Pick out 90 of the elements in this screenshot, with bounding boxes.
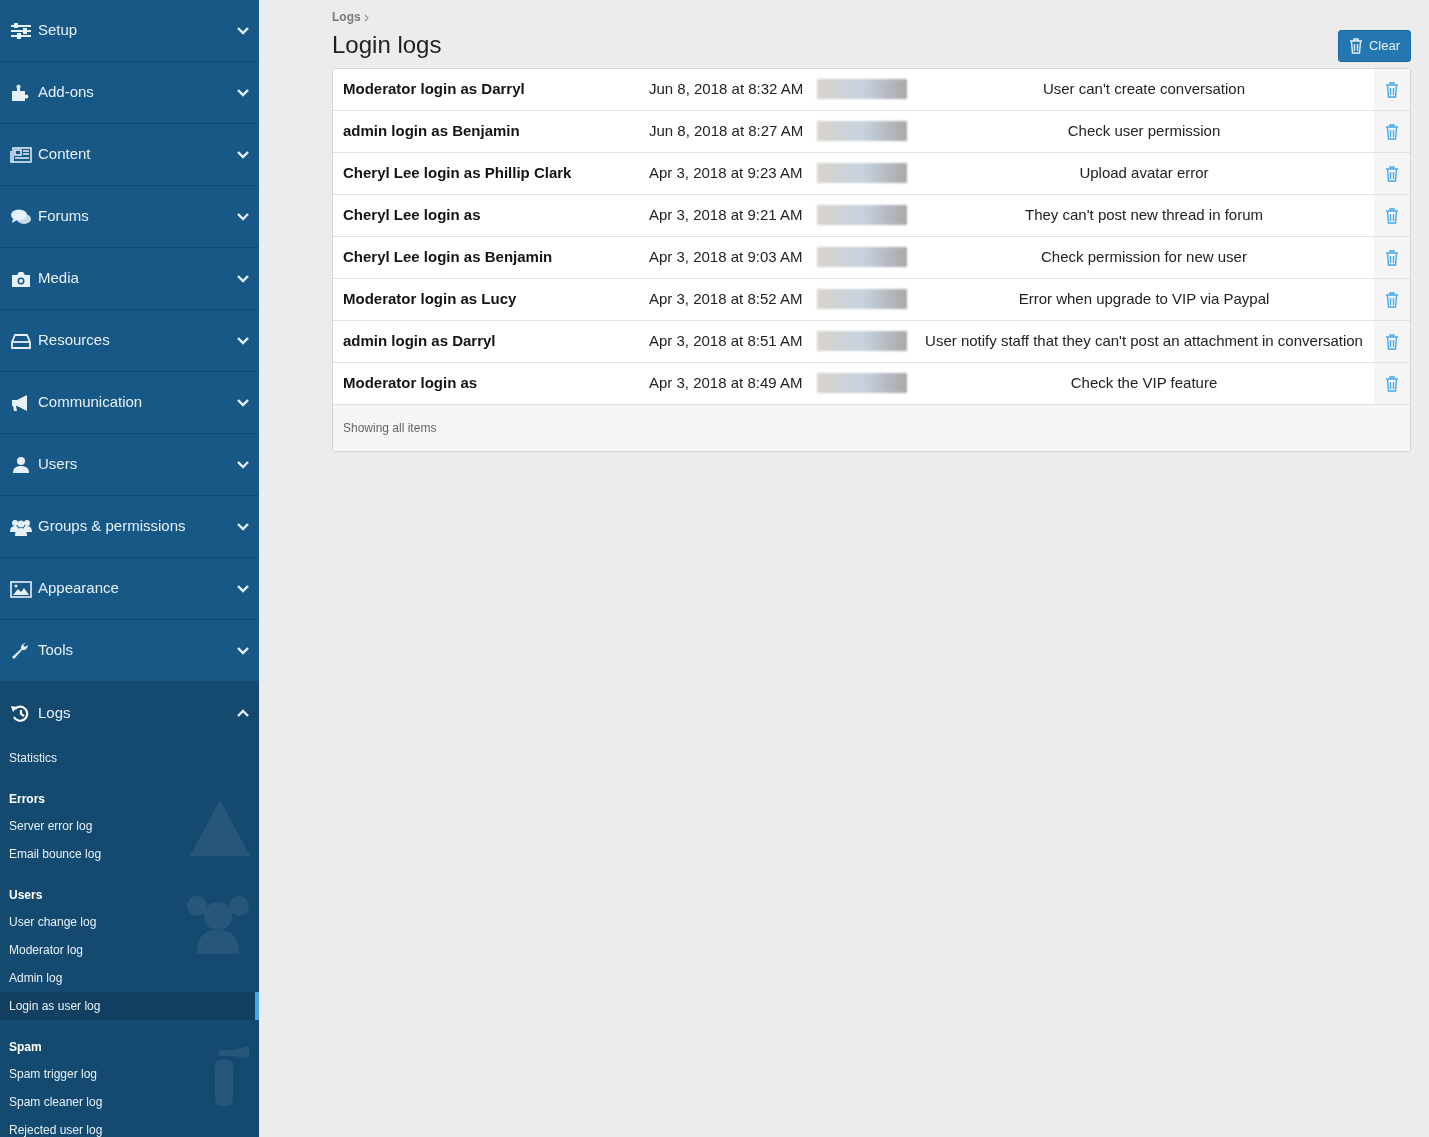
chevron-down-icon — [237, 522, 249, 531]
sidebar-link[interactable]: Spam trigger log — [0, 1060, 259, 1088]
trash-icon — [1385, 249, 1399, 266]
trash-icon — [1385, 207, 1399, 224]
log-note: User notify staff that they can't post an attachment in conversation — [925, 330, 1363, 351]
chevron-down-icon — [237, 150, 249, 159]
trash-icon — [1385, 81, 1399, 98]
log-note: Check permission for new user — [1041, 246, 1247, 267]
log-title: Cheryl Lee login as — [343, 204, 481, 225]
log-date: Apr 3, 2018 at 9:23 AM — [649, 162, 803, 183]
sidebar-section[interactable]: Resources — [0, 310, 259, 372]
sidebar-group-heading: Errors — [8, 791, 47, 808]
log-date: Apr 3, 2018 at 8:49 AM — [649, 372, 803, 393]
sidebar-section[interactable]: Media — [0, 248, 259, 310]
sidebar-section[interactable]: Setup — [0, 0, 259, 62]
table-footer-text: Showing all items — [343, 420, 437, 435]
log-date: Jun 8, 2018 at 8:27 AM — [649, 120, 804, 141]
log-note: Check the VIP feature — [1070, 372, 1218, 393]
delete-button[interactable] — [1374, 110, 1410, 152]
sidebar-link[interactable]: Statistics — [0, 744, 259, 772]
log-title: admin login as Darryl — [343, 330, 496, 351]
delete-button[interactable] — [1374, 362, 1410, 404]
log-note: Check user permission — [1067, 120, 1221, 141]
users-group-icon — [10, 517, 32, 536]
log-title: Moderator login as Lucy — [343, 288, 517, 309]
sidebar-section[interactable]: Logs — [0, 682, 259, 744]
trash-icon — [1348, 37, 1363, 54]
delete-button[interactable] — [1374, 236, 1410, 278]
sidebar-group-heading: Spam — [8, 1039, 43, 1056]
sidebar-section[interactable]: Appearance — [0, 558, 259, 620]
chevron-down-icon — [237, 274, 249, 283]
user-icon — [10, 455, 32, 474]
trash-icon — [1385, 165, 1399, 182]
sidebar-link[interactable]: Server error log — [0, 812, 259, 840]
drawer-icon — [10, 331, 32, 350]
delete-button[interactable] — [1374, 320, 1410, 362]
chevron-down-icon — [237, 336, 249, 345]
breadcrumb-link[interactable]: Logs — [332, 10, 361, 24]
chevron-down-icon — [237, 460, 249, 469]
chevron-down-icon — [237, 646, 249, 655]
sidebar-section[interactable]: Forums — [0, 186, 259, 248]
log-date: Apr 3, 2018 at 8:52 AM — [649, 288, 803, 309]
sidebar-section[interactable]: Groups & permissions — [0, 496, 259, 558]
sidebar-link[interactable]: Email bounce log — [0, 840, 259, 868]
log-date: Jun 8, 2018 at 8:32 AM — [649, 78, 804, 99]
sidebar-section[interactable]: Add-ons — [0, 62, 259, 124]
chevron-down-icon — [237, 212, 249, 221]
sidebar-section[interactable]: Communication — [0, 372, 259, 434]
delete-button[interactable] — [1374, 68, 1410, 110]
camera-icon — [10, 269, 32, 288]
log-note: They can't post new thread in forum — [1025, 204, 1263, 225]
chevron-down-icon — [237, 398, 249, 407]
sidebar-group-heading: Users — [8, 887, 44, 904]
log-title: Moderator login as — [343, 372, 478, 393]
trash-icon — [1385, 123, 1399, 140]
trash-icon — [1385, 375, 1399, 392]
chevron-down-icon — [237, 584, 249, 593]
speech-bubbles-icon — [10, 207, 32, 226]
delete-button[interactable] — [1374, 194, 1410, 236]
log-date: Apr 3, 2018 at 9:03 AM — [649, 246, 803, 267]
log-title: Cheryl Lee login as Phillip Clark — [343, 162, 572, 183]
trash-icon — [1385, 333, 1399, 350]
log-title: admin login as Benjamin — [343, 120, 520, 141]
sidebar-link[interactable]: User change log — [0, 908, 259, 936]
chevron-right-icon — [364, 13, 370, 22]
chevron-up-icon — [237, 709, 249, 717]
delete-button[interactable] — [1374, 152, 1410, 194]
sidebar-section[interactable]: Users — [0, 434, 259, 496]
log-note: Error when upgrade to VIP via Paypal — [1018, 288, 1270, 309]
chevron-down-icon — [237, 88, 249, 97]
sidebar-section[interactable]: Content — [0, 124, 259, 186]
sidebar-link[interactable]: Login as user log — [0, 992, 259, 1020]
delete-button[interactable] — [1374, 278, 1410, 320]
chevron-down-icon — [237, 26, 249, 35]
picture-icon — [10, 579, 32, 598]
page-title: Login logs — [332, 31, 442, 61]
log-note: Upload avatar error — [1079, 162, 1209, 183]
log-note: User can't create conversation — [1042, 78, 1246, 99]
sidebar-link[interactable]: Spam cleaner log — [0, 1088, 259, 1116]
newspaper-icon — [10, 145, 32, 164]
clear-button[interactable]: Clear — [1337, 30, 1411, 62]
trash-icon — [1385, 291, 1399, 308]
log-date: Apr 3, 2018 at 9:21 AM — [649, 204, 803, 225]
sidebar-link[interactable]: Moderator log — [0, 936, 259, 964]
log-title: Moderator login as Darryl — [343, 78, 525, 99]
log-date: Apr 3, 2018 at 8:51 AM — [649, 330, 803, 351]
log-title: Cheryl Lee login as Benjamin — [343, 246, 553, 267]
sliders-icon — [10, 21, 32, 40]
sidebar-link[interactable]: Admin log — [0, 964, 259, 992]
sidebar-link[interactable]: Rejected user log — [0, 1116, 259, 1137]
